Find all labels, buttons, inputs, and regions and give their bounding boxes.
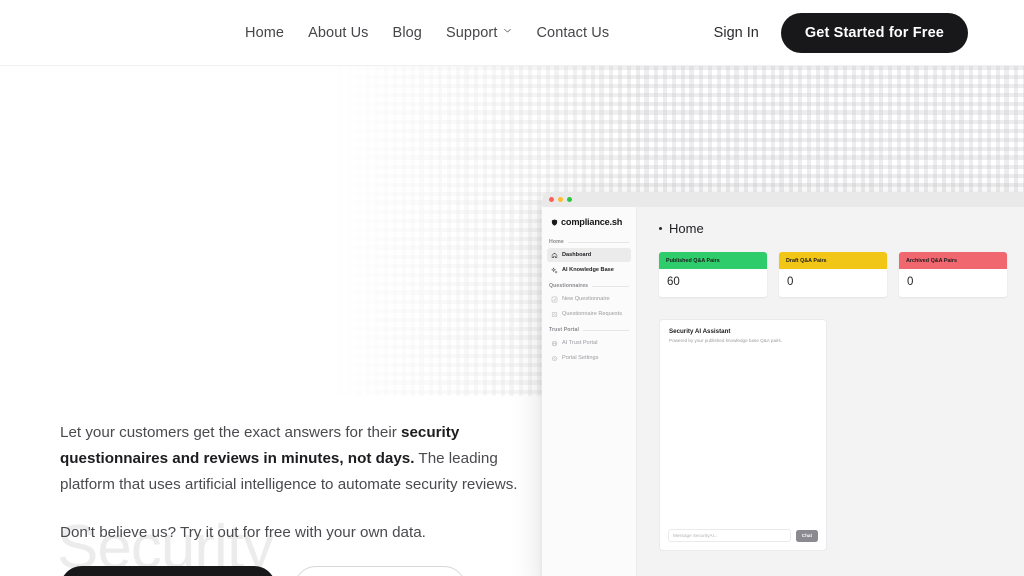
sidebar-group-label: Trust Portal (549, 327, 580, 333)
sidebar-group-header: Home (542, 239, 636, 245)
nav-links: Home About Us Blog Support Contact Us (245, 25, 609, 41)
sidebar-group-header: Trust Portal (542, 327, 636, 333)
clipboard-icon (551, 311, 558, 318)
sidebar-item-questionnaire-requests[interactable]: Questionnaire Requests (547, 307, 631, 321)
sidebar-group-header: Questionnaires (542, 283, 636, 289)
app-main-content: Home Published Q&A Pairs 60 Draft Q&A Pa… (637, 207, 1024, 576)
maximize-dot-icon[interactable] (567, 197, 572, 202)
shield-icon (551, 218, 558, 226)
sidebar-group-trust-portal: Trust Portal AI Trust Portal Portal Sett… (542, 327, 636, 365)
home-icon (551, 252, 558, 259)
get-started-button[interactable]: Get Started for Free (780, 12, 968, 53)
nav-item-home[interactable]: Home (245, 25, 284, 41)
kpi-card-label: Draft Q&A Pairs (779, 252, 887, 269)
sidebar-item-portal-settings[interactable]: Portal Settings (547, 351, 631, 365)
nav-item-label: Support (445, 24, 498, 41)
divider (583, 329, 629, 331)
sidebar-item-ai-knowledge-base[interactable]: AI Knowledge Base (547, 263, 631, 277)
nav-actions: Sign In Get Started for Free (714, 12, 968, 53)
sidebar-group-label: Questionnaires (549, 283, 589, 289)
sparkle-icon (551, 267, 558, 274)
hero-copy: Let your customers get the exact answers… (60, 420, 530, 546)
nav-item-label: About Us (308, 24, 369, 41)
nav-item-blog[interactable]: Blog (393, 25, 422, 41)
close-dot-icon[interactable] (549, 197, 554, 202)
nav-item-label: Contact Us (536, 24, 610, 41)
globe-icon (551, 340, 558, 347)
hero-cta-group: Get Started for Free Book a Demo (60, 566, 466, 576)
security-ai-assistant-card: Security AI Assistant Powered by your pu… (659, 319, 827, 551)
nav-item-about-us[interactable]: About Us (308, 25, 368, 41)
pencil-square-icon (551, 296, 558, 303)
kpi-card-value: 0 (899, 269, 1007, 297)
chat-title: Security AI Assistant (669, 328, 731, 335)
top-navigation-bar: Home About Us Blog Support Contact Us Si… (0, 0, 1024, 66)
nav-item-label: Home (245, 24, 285, 41)
hero-primary-cta-button[interactable]: Get Started for Free (60, 566, 276, 576)
kpi-card-value: 60 (659, 269, 767, 297)
gear-icon (551, 355, 558, 362)
sidebar-item-label: AI Trust Portal (562, 340, 598, 346)
app-sidebar: compliance.sh Home Dashboard AI Knowledg… (542, 207, 637, 576)
hero-text-part-1: Let your customers get the exact answers… (60, 424, 402, 441)
kpi-card-archived[interactable]: Archived Q&A Pairs 0 (899, 252, 1007, 297)
sidebar-item-label: Portal Settings (562, 355, 599, 361)
kpi-card-group: Published Q&A Pairs 60 Draft Q&A Pairs 0… (659, 252, 1024, 297)
nav-item-contact-us[interactable]: Contact Us (536, 25, 609, 41)
kpi-card-value: 0 (779, 269, 887, 297)
sidebar-group-label: Home (549, 239, 564, 245)
nav-item-label: Blog (392, 24, 422, 41)
sidebar-item-label: Dashboard (562, 252, 592, 258)
chat-message-area (660, 350, 826, 523)
sidebar-item-label: Questionnaire Requests (562, 311, 623, 317)
chat-subtitle: Powered by your published knowledge base… (669, 337, 783, 343)
chat-header: Security AI Assistant Powered by your pu… (660, 320, 826, 350)
chat-input-row: Message SecurityAI... Chat (660, 522, 826, 550)
app-brand[interactable]: compliance.sh (542, 215, 636, 227)
kpi-card-draft[interactable]: Draft Q&A Pairs 0 (779, 252, 887, 297)
minimize-dot-icon[interactable] (558, 197, 563, 202)
nav-item-support[interactable]: Support (446, 25, 513, 41)
breadcrumb: Home (659, 221, 1024, 236)
page-title: Home (669, 221, 704, 236)
kpi-card-label: Published Q&A Pairs (659, 252, 767, 269)
chevron-down-icon (503, 26, 512, 35)
hero-paragraph-secondary: Don't believe us? Try it out for free wi… (60, 524, 426, 541)
chat-send-button[interactable]: Chat (795, 529, 818, 542)
window-titlebar (542, 192, 1024, 207)
landing-page: Home About Us Blog Support Contact Us Si… (0, 0, 1024, 576)
sidebar-item-label: AI Knowledge Base (562, 267, 614, 273)
sidebar-item-dashboard[interactable]: Dashboard (547, 248, 631, 262)
sidebar-item-ai-trust-portal[interactable]: AI Trust Portal (547, 336, 631, 350)
sidebar-item-label: New Questionnaire (562, 296, 610, 302)
chat-message-input[interactable]: Message SecurityAI... (668, 529, 791, 542)
sign-in-link[interactable]: Sign In (714, 25, 759, 41)
kpi-card-label: Archived Q&A Pairs (899, 252, 1007, 269)
bullet-icon (659, 227, 662, 230)
app-brand-name: compliance.sh (561, 217, 623, 227)
divider (567, 241, 629, 243)
hero-paragraph-primary: Let your customers get the exact answers… (60, 420, 530, 498)
sidebar-group-home: Home Dashboard AI Knowledge Base (542, 239, 636, 277)
kpi-card-published[interactable]: Published Q&A Pairs 60 (659, 252, 767, 297)
divider (592, 285, 629, 287)
app-mockup-window: compliance.sh Home Dashboard AI Knowledg… (542, 192, 1024, 576)
sidebar-group-questionnaires: Questionnaires New Questionnaire Questio… (542, 283, 636, 321)
sidebar-item-new-questionnaire[interactable]: New Questionnaire (547, 292, 631, 306)
app-body: compliance.sh Home Dashboard AI Knowledg… (542, 207, 1024, 576)
hero-secondary-cta-button[interactable]: Book a Demo (294, 566, 466, 576)
